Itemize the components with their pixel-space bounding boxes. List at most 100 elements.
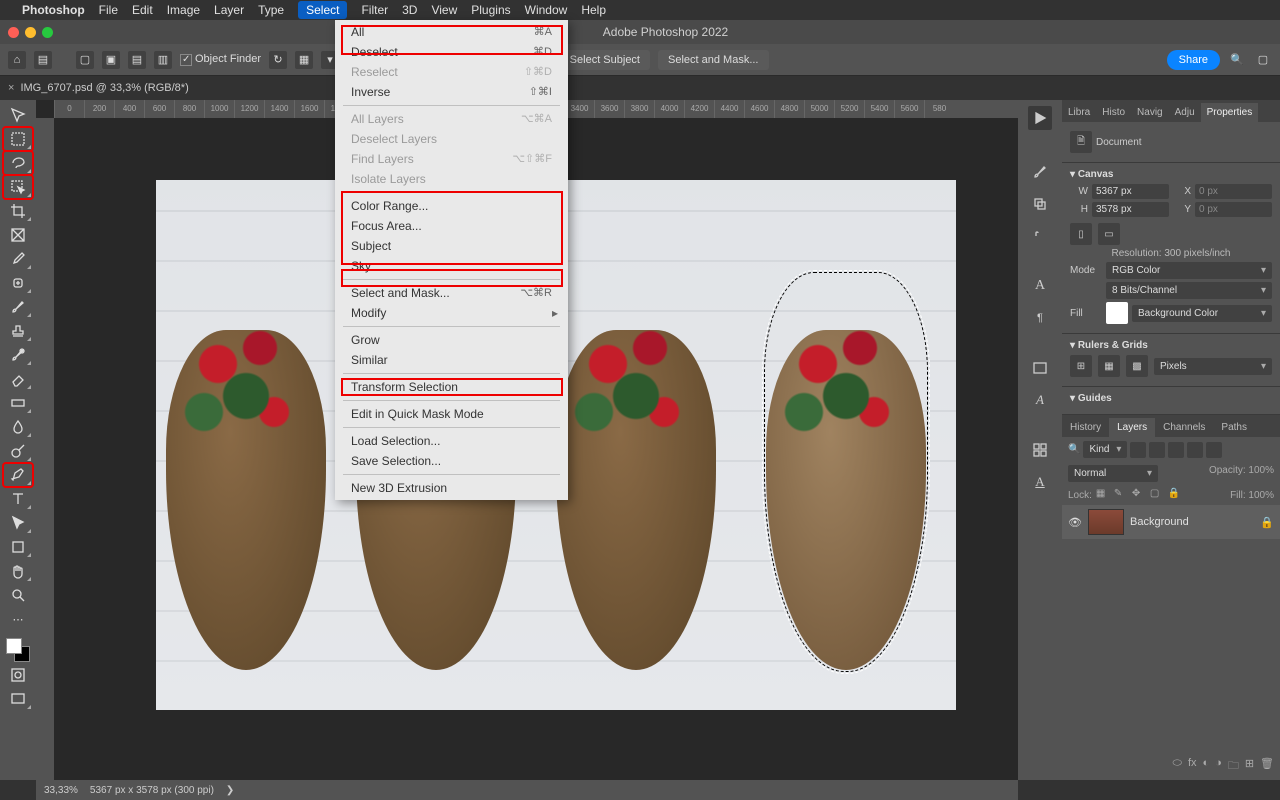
pixel-grid-icon[interactable]: ▩	[1126, 355, 1148, 377]
menu-help[interactable]: Help	[581, 3, 606, 17]
tab-channels[interactable]: Channels	[1155, 418, 1213, 437]
close-tab-icon[interactable]: ×	[8, 82, 14, 94]
zoom-tool[interactable]	[4, 584, 32, 606]
lasso-tool[interactable]	[4, 152, 32, 174]
brush-tool[interactable]	[4, 296, 32, 318]
menu-item[interactable]: Select and Mask...⌥⌘R	[335, 283, 568, 303]
orient-portrait-icon[interactable]: ▯	[1070, 223, 1092, 245]
tool-preset-icon[interactable]: ▤	[34, 51, 52, 69]
frame-tool[interactable]	[4, 224, 32, 246]
menu-plugins[interactable]: Plugins	[471, 3, 510, 17]
play-icon[interactable]	[1028, 106, 1052, 130]
opacity-field[interactable]: 100%	[1248, 465, 1274, 476]
glyphs-icon[interactable]	[1028, 356, 1052, 380]
styles-a-icon[interactable]: A	[1028, 388, 1052, 412]
path-selection-tool[interactable]	[4, 512, 32, 534]
add-selection-icon[interactable]: ▣	[102, 51, 120, 69]
menu-item[interactable]: Deselect⌘D	[335, 42, 568, 62]
mode-dropdown[interactable]: RGB Color	[1106, 262, 1272, 279]
object-finder-checkbox[interactable]	[180, 54, 192, 66]
menu-item[interactable]: Color Range...	[335, 196, 568, 216]
tab-navigator[interactable]: Navig	[1131, 103, 1169, 122]
menu-layer[interactable]: Layer	[214, 3, 244, 17]
history-brush-tool[interactable]	[4, 344, 32, 366]
height-field[interactable]: 3578 px	[1092, 202, 1169, 217]
fill-dropdown[interactable]: Background Color	[1132, 305, 1272, 322]
minimize-icon[interactable]	[25, 27, 36, 38]
lock-position-icon[interactable]: ✥	[1132, 488, 1146, 502]
mask-icon[interactable]: ◐	[1203, 757, 1210, 776]
show-icon[interactable]: ▦	[295, 51, 313, 69]
orient-landscape-icon[interactable]: ▭	[1098, 223, 1120, 245]
trash-icon[interactable]: 🗑	[1260, 757, 1274, 776]
menu-item[interactable]: Similar	[335, 350, 568, 370]
units-dropdown[interactable]: Pixels	[1154, 358, 1272, 375]
layer-thumbnail[interactable]	[1088, 509, 1124, 535]
tab-adjustments[interactable]: Adju	[1169, 103, 1201, 122]
tab-histogram[interactable]: Histo	[1096, 103, 1131, 122]
menu-select[interactable]: Select	[298, 1, 347, 19]
intersect-selection-icon[interactable]: ▥	[154, 51, 172, 69]
menu-file[interactable]: File	[99, 3, 118, 17]
document-tab[interactable]: IMG_6707.psd @ 33,3% (RGB/8*)	[20, 82, 188, 94]
search-icon[interactable]: 🔍	[1228, 51, 1246, 69]
edit-toolbar-icon[interactable]: ⋯	[4, 608, 32, 630]
character-panel-icon[interactable]	[1028, 224, 1052, 248]
menu-item[interactable]: Edit in Quick Mask Mode	[335, 404, 568, 424]
new-layer-icon[interactable]: ⊞	[1245, 757, 1254, 776]
menu-item[interactable]: All⌘A	[335, 22, 568, 42]
filter-shape-icon[interactable]	[1187, 442, 1203, 458]
share-button[interactable]: Share	[1167, 50, 1220, 70]
crop-tool[interactable]	[4, 200, 32, 222]
menu-item[interactable]: Sky	[335, 256, 568, 276]
grid-icon[interactable]: ▦	[1098, 355, 1120, 377]
brush-panel-icon[interactable]	[1028, 160, 1052, 184]
canvas-header[interactable]: ▾	[1070, 169, 1078, 180]
menu-item[interactable]: Transform Selection	[335, 377, 568, 397]
styles-a2-icon[interactable]: A	[1028, 470, 1052, 494]
eyedropper-tool[interactable]	[4, 248, 32, 270]
select-and-mask-button[interactable]: Select and Mask...	[658, 50, 769, 70]
menu-item[interactable]: Grow	[335, 330, 568, 350]
workspace-icon[interactable]: ▢	[1254, 51, 1272, 69]
maximize-icon[interactable]	[42, 27, 53, 38]
blur-tool[interactable]	[4, 416, 32, 438]
swatches-icon[interactable]	[1028, 438, 1052, 462]
healing-tool[interactable]	[4, 272, 32, 294]
tab-paths[interactable]: Paths	[1213, 418, 1255, 437]
menu-item[interactable]: Inverse⇧⌘I	[335, 82, 568, 102]
visibility-icon[interactable]: 👁	[1068, 516, 1082, 529]
quick-mask-icon[interactable]	[4, 664, 32, 686]
filter-adjust-icon[interactable]	[1149, 442, 1165, 458]
hand-tool[interactable]	[4, 560, 32, 582]
layer-name[interactable]: Background	[1130, 516, 1189, 528]
menu-item[interactable]: Load Selection...	[335, 431, 568, 451]
filter-type-icon[interactable]	[1168, 442, 1184, 458]
filter-pixel-icon[interactable]	[1130, 442, 1146, 458]
menu-item[interactable]: Save Selection...	[335, 451, 568, 471]
menu-view[interactable]: View	[431, 3, 457, 17]
subtract-selection-icon[interactable]: ▤	[128, 51, 146, 69]
zoom-level[interactable]: 33,33%	[44, 785, 78, 796]
width-field[interactable]: 5367 px	[1092, 184, 1169, 199]
menu-filter[interactable]: Filter	[361, 3, 388, 17]
pen-tool[interactable]	[4, 464, 32, 486]
menu-item[interactable]: Subject	[335, 236, 568, 256]
paragraph-icon[interactable]: ¶	[1028, 306, 1052, 330]
clone-panel-icon[interactable]	[1028, 192, 1052, 216]
menu-type[interactable]: Type	[258, 3, 284, 17]
adjustment-icon[interactable]: ◑	[1215, 757, 1222, 776]
ruler-icon[interactable]: ⊞	[1070, 355, 1092, 377]
fill-swatch[interactable]	[1106, 302, 1128, 324]
fill-opacity-field[interactable]: 100%	[1248, 490, 1274, 501]
blend-mode-dropdown[interactable]: Normal	[1068, 465, 1158, 482]
link-icon[interactable]: ⬭	[1173, 757, 1182, 776]
new-selection-icon[interactable]: ▢	[76, 51, 94, 69]
menu-edit[interactable]: Edit	[132, 3, 153, 17]
lock-artboard-icon[interactable]: ▢	[1150, 488, 1164, 502]
home-icon[interactable]: ⌂	[8, 51, 26, 69]
tab-libraries[interactable]: Libra	[1062, 103, 1096, 122]
fx-icon[interactable]: fx	[1188, 757, 1197, 776]
gradient-tool[interactable]	[4, 392, 32, 414]
status-arrow-icon[interactable]: ❯	[226, 785, 234, 796]
